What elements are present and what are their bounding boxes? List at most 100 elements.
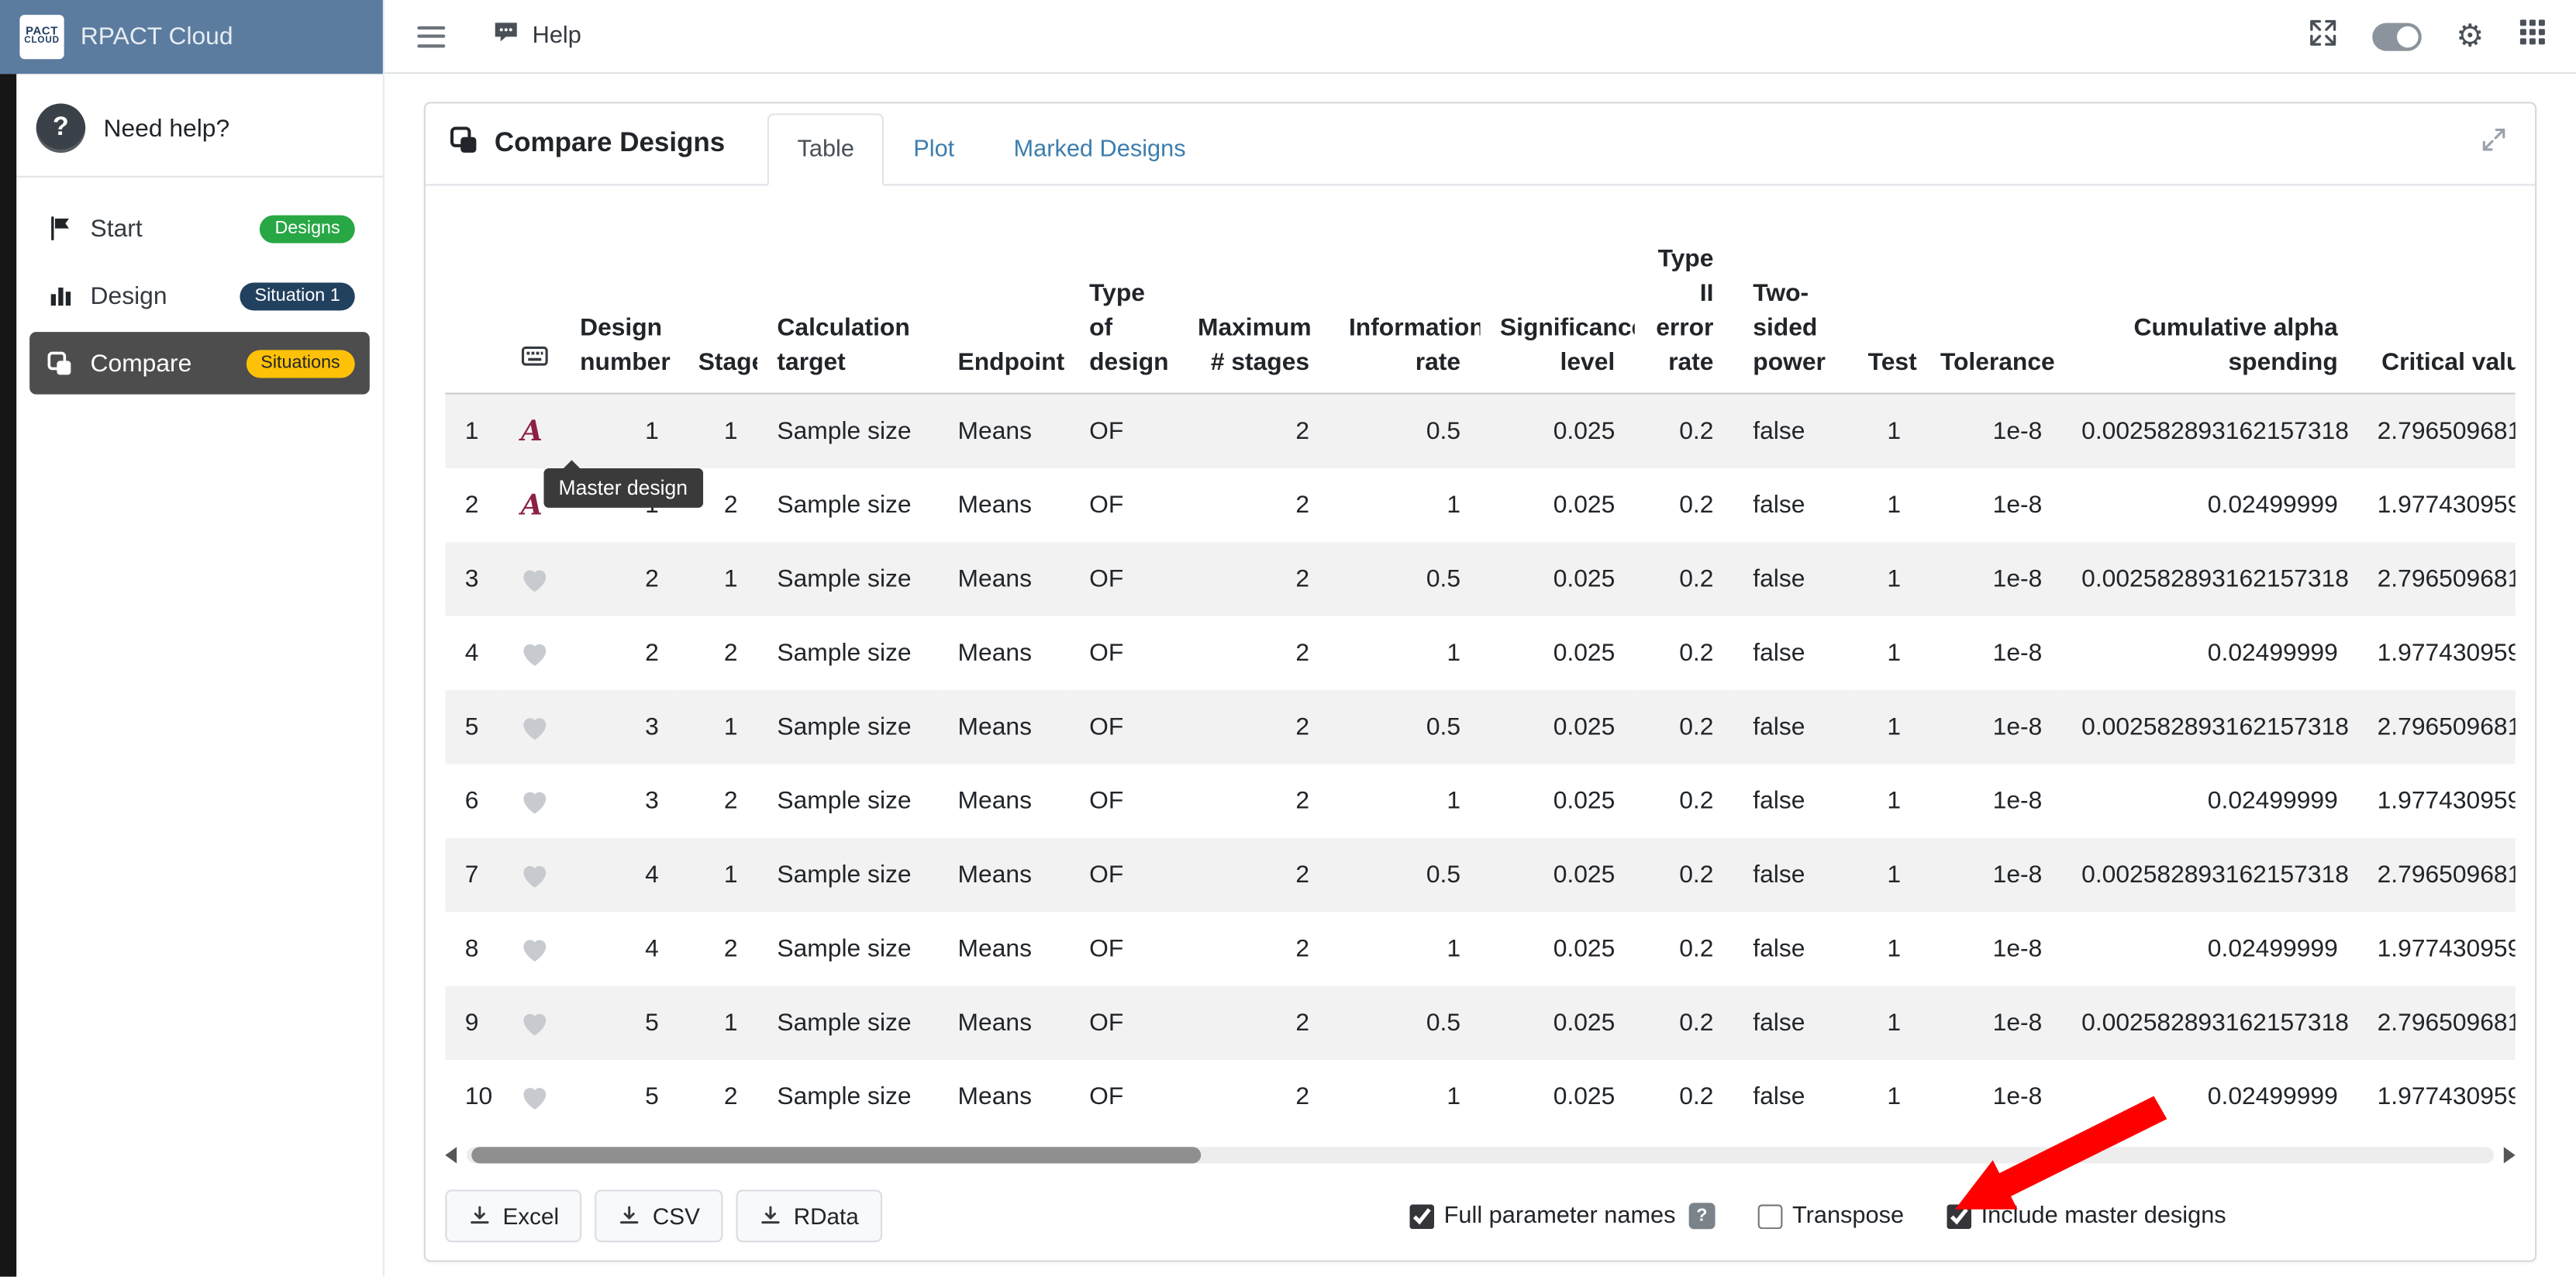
sidebar-edge-strip	[0, 74, 16, 1276]
cell-maximum_stages: 2	[1178, 838, 1329, 912]
column-header-significance_level[interactable]: Significancelevel	[1480, 229, 1634, 394]
compare-icon	[44, 347, 75, 378]
annotation-arrow	[1939, 1091, 2185, 1230]
cell-design_number: 3	[560, 764, 679, 837]
cell-maximum_stages: 2	[1178, 616, 1329, 690]
tab-plot[interactable]: Plot	[884, 113, 984, 185]
cell-information_rate: 1	[1329, 1060, 1481, 1134]
master-design-icon[interactable]: A	[501, 394, 560, 468]
cell-two_sided_power: false	[1733, 986, 1848, 1060]
cell-critical_value: 1.97743095941	[2357, 1060, 2515, 1134]
cell-type_of_design: OF	[1070, 912, 1178, 985]
fullscreen-icon[interactable]	[2309, 17, 2338, 55]
cell-test: 1	[1848, 764, 1920, 837]
help-menu[interactable]: Help	[491, 18, 581, 54]
download-icon	[759, 1204, 782, 1227]
parameter-names-help-icon[interactable]: ?	[1688, 1203, 1715, 1229]
heart-icon[interactable]	[501, 1060, 560, 1134]
compare-designs-card: Compare Designs Table Plot Marked Design…	[424, 102, 2536, 1261]
cell-cumulative_alpha_spending: 0.002582893162157318	[2062, 986, 2357, 1060]
grid-icon[interactable]	[2519, 18, 2547, 54]
tab-table[interactable]: Table	[767, 113, 884, 185]
heart-icon[interactable]	[501, 616, 560, 690]
cell-stage: 2	[678, 764, 757, 837]
cell-tolerance: 1e-8	[1920, 764, 2061, 837]
cell-type_ii_error_rate: 0.2	[1635, 616, 1733, 690]
sidebar-item-compare[interactable]: Compare Situations	[29, 332, 370, 395]
column-header-information_rate[interactable]: Informationrate	[1329, 229, 1481, 394]
cell-type_of_design: OF	[1070, 690, 1178, 764]
cell-endpoint: Means	[938, 394, 1070, 468]
cell-type_of_design: OF	[1070, 542, 1178, 616]
flag-icon	[44, 212, 75, 243]
column-header-tolerance[interactable]: Tolerance	[1920, 229, 2061, 394]
column-header-critical_value[interactable]: Critical value	[2357, 229, 2515, 394]
cell-significance_level: 0.025	[1480, 838, 1634, 912]
scrollbar-track[interactable]	[467, 1147, 2494, 1163]
heart-icon[interactable]	[501, 912, 560, 985]
table-row: 9 51Sample sizeMeansOF20.50.0250.2false1…	[445, 986, 2515, 1060]
table-container: DesignnumberStageCalculationtargetEndpoi…	[445, 229, 2515, 1134]
sidebar-item-design[interactable]: Design Situation 1	[29, 264, 370, 327]
expand-card-icon[interactable]	[2476, 122, 2512, 166]
cell-stage: 1	[678, 986, 757, 1060]
table-row: 8 42Sample sizeMeansOF210.0250.2false11e…	[445, 912, 2515, 985]
scrollbar-thumb[interactable]	[471, 1147, 1201, 1163]
compare-designs-icon	[449, 124, 480, 164]
card-body: DesignnumberStageCalculationtargetEndpoi…	[426, 185, 2535, 1261]
cell-cumulative_alpha_spending: 0.02499999	[2062, 764, 2357, 837]
cell-critical_value: 1.97743095941	[2357, 764, 2515, 837]
cell-two_sided_power: false	[1733, 764, 1848, 837]
column-header-type_ii_error_rate[interactable]: TypeIIerrorrate	[1635, 229, 1733, 394]
heart-icon[interactable]	[501, 986, 560, 1060]
cell-test: 1	[1848, 912, 1920, 985]
column-header-calculation_target[interactable]: Calculationtarget	[757, 229, 938, 394]
cell-tolerance: 1e-8	[1920, 468, 2061, 542]
row-index: 9	[445, 986, 501, 1060]
column-header-maximum_stages[interactable]: Maximum# stages	[1178, 229, 1329, 394]
cell-test: 1	[1848, 986, 1920, 1060]
full-parameter-names-checkbox[interactable]	[1409, 1203, 1434, 1228]
cell-type_ii_error_rate: 0.2	[1635, 394, 1733, 468]
rdata-button[interactable]: RData	[736, 1189, 882, 1242]
row-index: 4	[445, 616, 501, 690]
cell-information_rate: 1	[1329, 616, 1481, 690]
transpose-option[interactable]: Transpose	[1757, 1203, 1904, 1229]
tab-marked-designs[interactable]: Marked Designs	[984, 113, 1215, 185]
scroll-left-arrow[interactable]	[445, 1147, 457, 1163]
heart-icon[interactable]	[501, 764, 560, 837]
gear-icon[interactable]: ⚙	[2456, 20, 2484, 51]
column-header-type_of_design[interactable]: Typeofdesign	[1070, 229, 1178, 394]
column-header-design_number[interactable]: Designnumber	[560, 229, 679, 394]
cell-information_rate: 0.5	[1329, 542, 1481, 616]
full-parameter-names-option[interactable]: Full parameter names ?	[1409, 1203, 1715, 1229]
transpose-checkbox[interactable]	[1757, 1203, 1782, 1228]
cell-type_ii_error_rate: 0.2	[1635, 838, 1733, 912]
heart-icon[interactable]	[501, 690, 560, 764]
column-header-two_sided_power[interactable]: Two-sidedpower	[1733, 229, 1848, 394]
master-design-glyph: A	[521, 418, 543, 446]
need-help-button[interactable]: ? Need help?	[29, 91, 370, 176]
column-header-idx[interactable]	[445, 229, 501, 394]
column-header-test[interactable]: Test	[1848, 229, 1920, 394]
cell-stage: 1	[678, 690, 757, 764]
csv-button[interactable]: CSV	[595, 1189, 723, 1242]
sidebar-toggle-icon[interactable]	[414, 19, 449, 53]
cell-endpoint: Means	[938, 542, 1070, 616]
column-header-stage[interactable]: Stage	[678, 229, 757, 394]
heart-icon[interactable]	[501, 838, 560, 912]
row-index: 8	[445, 912, 501, 985]
toggle-switch[interactable]	[2372, 22, 2422, 50]
excel-button[interactable]: Excel	[445, 1189, 581, 1242]
heart-glyph	[521, 789, 549, 815]
heart-glyph	[521, 1010, 549, 1037]
marker-column-header[interactable]	[501, 229, 560, 394]
sidebar-item-start[interactable]: Start Designs	[29, 197, 370, 260]
column-header-endpoint[interactable]: Endpoint	[938, 229, 1070, 394]
column-header-cumulative_alpha_spending[interactable]: Cumulative alphaspending	[2062, 229, 2357, 394]
heart-icon[interactable]	[501, 542, 560, 616]
cell-critical_value: 2.79650968146	[2357, 542, 2515, 616]
heart-glyph	[521, 863, 549, 889]
scroll-right-arrow[interactable]	[2504, 1147, 2516, 1163]
heart-glyph	[521, 937, 549, 963]
